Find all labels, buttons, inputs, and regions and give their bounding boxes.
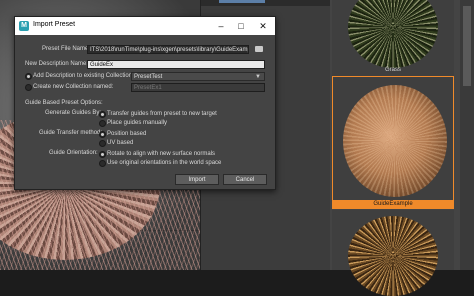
dialog-titlebar[interactable]: M Import Preset – □ ✕: [15, 17, 275, 35]
position-based-radio[interactable]: [99, 131, 106, 138]
dialog-title: Import Preset: [33, 21, 76, 28]
tile-label-selected: GuideExample: [332, 200, 454, 209]
cancel-button[interactable]: Cancel: [223, 174, 267, 185]
rotate-align-radio[interactable]: [99, 151, 106, 158]
guide-example-fibers: [343, 85, 447, 197]
library-scroll-thumb[interactable]: [463, 6, 471, 86]
grass-preview: [348, 0, 438, 68]
panel-tab-highlight: [219, 0, 265, 3]
maya-app-icon: M: [19, 21, 29, 31]
close-icon[interactable]: ✕: [253, 19, 273, 33]
tile-label: Grass: [384, 67, 401, 73]
generate-guides-label: Generate Guides By:: [45, 110, 102, 116]
new-description-label: New Description Name:: [25, 61, 89, 67]
preset-library-panel: Grass GuideExample: [330, 0, 474, 296]
position-based-option: Position based: [107, 131, 147, 137]
original-orientation-radio[interactable]: [99, 160, 106, 167]
rotate-align-option: Rotate to align with new surface normals: [107, 151, 216, 157]
create-collection-field[interactable]: PresetEx1: [131, 83, 265, 92]
section-header: Guide Based Preset Options:: [25, 100, 103, 106]
place-guides-option: Place guides manually: [107, 120, 168, 126]
transfer-guides-option: Transfer guides from preset to new targe…: [107, 111, 217, 117]
create-collection-radio[interactable]: [25, 84, 32, 91]
import-preset-dialog: M Import Preset – □ ✕ Preset File Name: …: [14, 16, 276, 190]
transfer-method-label: Guide Transfer method:: [39, 130, 103, 136]
maximize-icon[interactable]: □: [231, 19, 251, 33]
transfer-guides-radio[interactable]: [99, 111, 106, 118]
library-tile-grass[interactable]: Grass: [332, 0, 454, 76]
create-collection-label: Create new Collection named:: [33, 84, 114, 90]
minimize-icon[interactable]: –: [211, 19, 231, 33]
folder-icon[interactable]: [255, 46, 263, 52]
original-orientation-option: Use original orientations in the world s…: [107, 160, 222, 166]
chevron-down-icon: ▼: [255, 74, 261, 80]
add-to-collection-radio[interactable]: [25, 73, 32, 80]
preset-file-field[interactable]: ITS\2018\runTime\plug-ins\xgen\presets\l…: [87, 45, 249, 54]
orientation-label: Guide Orientation:: [49, 150, 98, 156]
library-tile-next[interactable]: [332, 210, 454, 296]
new-description-field[interactable]: GuideEx: [87, 60, 265, 69]
next-preview: [348, 216, 438, 296]
preset-file-label: Preset File Name:: [42, 46, 91, 52]
add-description-label: Add Description to existing Collection:: [33, 73, 134, 79]
uv-based-radio[interactable]: [99, 140, 106, 147]
uv-based-option: UV based: [107, 140, 134, 146]
import-button[interactable]: Import: [175, 174, 219, 185]
collection-selected: PresetTest: [134, 74, 163, 80]
library-tile-guideexample[interactable]: [332, 76, 454, 208]
collection-dropdown[interactable]: PresetTest ▼: [131, 72, 265, 81]
place-guides-radio[interactable]: [99, 120, 106, 127]
